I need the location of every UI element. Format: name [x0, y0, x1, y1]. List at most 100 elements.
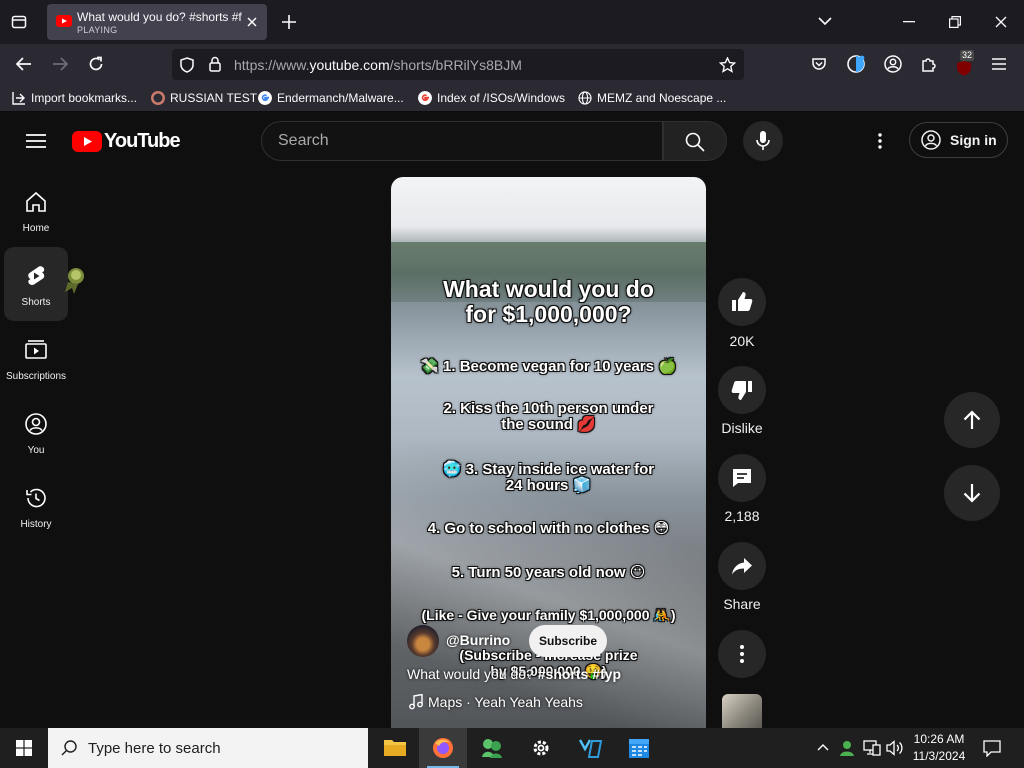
share-button[interactable]	[718, 542, 766, 590]
bookmark-memz[interactable]: MEMZ and Noescape ...	[578, 90, 726, 106]
import-icon	[12, 92, 25, 105]
home-icon	[26, 191, 46, 212]
tracking-protection-shield-icon[interactable]	[180, 57, 194, 73]
short-overlay-title: What would you do for $1,000,000?	[443, 276, 654, 327]
sidebar-item-home[interactable]: Home	[4, 173, 68, 247]
lock-icon[interactable]	[209, 56, 221, 72]
ublock-extension[interactable]: 32	[954, 50, 978, 78]
back-arrow-icon[interactable]	[16, 57, 32, 71]
dislike-button[interactable]	[718, 366, 766, 414]
search-button[interactable]	[663, 121, 727, 161]
notifications-icon[interactable]	[983, 740, 1001, 757]
sound-thumbnail[interactable]	[722, 694, 762, 728]
bookmark-endermanch[interactable]: Endermanch/Malware...	[258, 90, 404, 106]
url-bar[interactable]: https://www.youtube.com/shorts/bRRilYs8B…	[172, 49, 744, 80]
short-overlay-line: 🥶 3. Stay inside ice water for	[442, 461, 655, 478]
list-all-tabs-icon[interactable]	[818, 16, 832, 26]
short-overlay-line: 2. Kiss the 10th person under	[443, 400, 654, 417]
show-hidden-icons-chevron-icon[interactable]	[817, 743, 829, 751]
microphone-icon	[756, 131, 770, 150]
bookmark-star-icon[interactable]	[719, 57, 736, 73]
close-tab-icon[interactable]	[246, 16, 258, 28]
channel-name[interactable]: @Burrino	[446, 632, 510, 648]
share-label: Share	[723, 596, 761, 612]
folder-icon	[384, 740, 406, 756]
reload-icon[interactable]	[88, 56, 104, 72]
taskbar-visual-studio[interactable]	[567, 728, 615, 768]
new-tab-icon[interactable]	[282, 15, 296, 29]
browser-nav-bar: https://www.youtube.com/shorts/bRRilYs8B…	[0, 44, 1024, 84]
minimize-window-icon[interactable]	[903, 21, 915, 23]
tab-title: What would you do? #shorts #f	[77, 10, 242, 24]
youtube-logo-text: YouTube	[104, 129, 181, 152]
bookmark-label: RUSSIAN TEST	[170, 91, 258, 105]
restore-window-icon[interactable]	[949, 16, 961, 28]
sidebar-item-subscriptions[interactable]: Subscriptions	[4, 321, 68, 395]
previous-short-button[interactable]	[944, 392, 1000, 448]
pocket-icon[interactable]	[811, 56, 827, 72]
sidebar-item-history[interactable]: History	[4, 469, 68, 543]
sticker-icon	[65, 268, 84, 294]
description-hashtags[interactable]: #shorts #fyp	[538, 666, 621, 682]
tab-overview-icon[interactable]	[11, 14, 27, 30]
taskbar-clock[interactable]: 10:26 AM 11/3/2024	[904, 731, 974, 765]
music-title: Maps · Yeah Yeah Yeahs	[428, 694, 583, 710]
comment-count: 2,188	[724, 508, 760, 524]
bookmark-label: MEMZ and Noescape ...	[597, 91, 727, 105]
taskbar-settings[interactable]	[517, 728, 565, 768]
search-placeholder: Search	[278, 132, 329, 149]
account-icon[interactable]	[884, 55, 902, 73]
clock-time: 10:26 AM	[913, 732, 965, 746]
arrow-down-icon	[963, 484, 981, 503]
volume-icon[interactable]	[886, 740, 904, 756]
more-vertical-icon	[740, 645, 744, 663]
taskbar-firefox[interactable]	[419, 728, 467, 768]
voice-search-button[interactable]	[743, 121, 783, 161]
hamburger-menu-icon[interactable]	[992, 58, 1006, 70]
shorts-icon	[28, 266, 45, 285]
sidebar-item-label: Home	[22, 223, 50, 234]
short-description[interactable]: What would you do? #shorts #fyp	[407, 666, 621, 682]
windows-start-icon[interactable]	[16, 740, 32, 756]
sidebar-item-shorts[interactable]: Shorts	[4, 247, 68, 321]
bookmark-import[interactable]: Import bookmarks...	[12, 90, 137, 106]
tray-people-icon[interactable]	[838, 739, 856, 757]
comments-button[interactable]	[718, 454, 766, 502]
network-icon[interactable]	[863, 740, 881, 756]
channel-avatar[interactable]	[407, 625, 439, 657]
taskbar-file-explorer[interactable]	[371, 728, 419, 768]
active-tab[interactable]: What would you do? #shorts #f PLAYING	[47, 4, 267, 40]
bookmark-russian-test[interactable]: RUSSIAN TEST	[151, 90, 257, 106]
close-window-icon[interactable]	[995, 16, 1007, 28]
forward-arrow-icon[interactable]	[52, 57, 68, 71]
vs-icon	[579, 739, 603, 758]
you-icon	[25, 413, 47, 435]
settings-more-icon[interactable]	[878, 133, 882, 149]
taskbar-app-green[interactable]	[467, 728, 515, 768]
bookmark-label: Index of /ISOs/Windows	[437, 91, 566, 105]
youtube-page: YouTube Search Sign in Home Shorts Subsc…	[0, 112, 1024, 728]
sign-in-button[interactable]: Sign in	[909, 122, 1008, 158]
taskbar-calendar[interactable]	[615, 728, 663, 768]
short-overlay-line: 24 hours 🧊	[505, 477, 592, 494]
next-short-button[interactable]	[944, 465, 1000, 521]
globe-icon	[578, 91, 592, 105]
search-input[interactable]: Search	[261, 121, 663, 161]
bookmark-iso-index[interactable]: Index of /ISOs/Windows	[418, 90, 565, 106]
sidebar-item-you[interactable]: You	[4, 395, 68, 469]
green-people-icon	[482, 739, 502, 758]
youtube-logo[interactable]: YouTube	[72, 129, 181, 152]
taskbar-search-box[interactable]: Type here to search	[48, 728, 368, 768]
guide-menu-icon[interactable]	[26, 133, 46, 149]
short-video-player[interactable]: What would you do for $1,000,000? 💸 1. B…	[391, 177, 706, 728]
google-icon	[258, 91, 272, 105]
like-button[interactable]	[718, 278, 766, 326]
gear-icon	[533, 740, 549, 756]
extensions-puzzle-icon[interactable]	[920, 55, 938, 73]
extension-timer-icon[interactable]	[846, 54, 866, 74]
short-music-link[interactable]: Maps · Yeah Yeah Yeahs	[409, 694, 583, 710]
subscribe-button[interactable]: Subscribe	[529, 625, 607, 657]
short-overlay-line: 5. Turn 50 years old now 😶	[451, 564, 646, 581]
more-actions-button[interactable]	[718, 630, 766, 678]
sidebar-item-label: History	[20, 519, 52, 530]
